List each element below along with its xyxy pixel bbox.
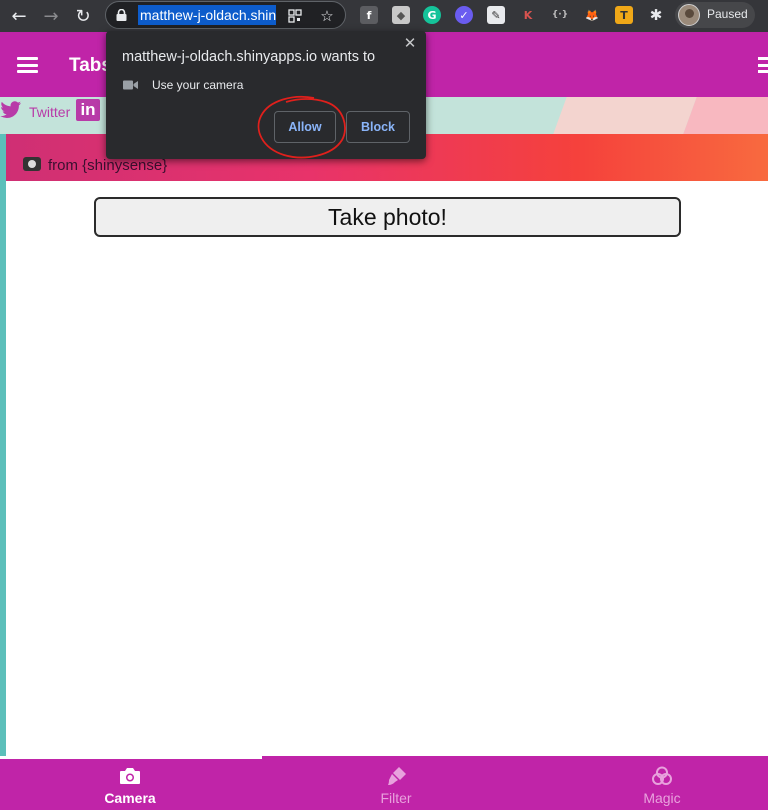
take-photo-button[interactable]: Take photo! xyxy=(94,197,681,237)
tab-magic-label: Magic xyxy=(643,790,681,806)
bookmark-star-icon[interactable]: ☆ xyxy=(318,7,336,25)
browser-toolbar: ← → ↻ matthew-j-oldach.shinyapps.io ☆ f … xyxy=(0,0,768,32)
grammarly-extension-icon[interactable]: G xyxy=(423,6,441,24)
lock-icon[interactable] xyxy=(116,9,127,21)
block-button[interactable]: Block xyxy=(346,111,410,143)
t-extension-icon[interactable]: T xyxy=(615,6,633,24)
camera-icon xyxy=(120,768,140,784)
tab-camera-label: Camera xyxy=(104,790,156,806)
source-text: from {shinysense} xyxy=(48,157,168,174)
main-panel: Take photo! xyxy=(6,181,768,756)
bracket-extension-icon[interactable]: {·} xyxy=(551,6,569,24)
url-text[interactable]: matthew-j-oldach.shinyapps.io xyxy=(138,5,276,25)
camera-emoji-icon xyxy=(23,157,41,171)
pen-extension-icon[interactable]: ✎ xyxy=(487,6,505,24)
permission-dialog-title: matthew-j-oldach.shinyapps.io wants to xyxy=(122,49,376,65)
decorative-stripe xyxy=(553,97,697,134)
profile-status: Paused xyxy=(707,7,748,21)
qr-code-icon[interactable] xyxy=(286,7,304,25)
twitter-link[interactable]: Twitter xyxy=(29,104,70,120)
linkedin-icon[interactable]: in xyxy=(76,99,100,121)
decorative-stripe xyxy=(683,97,768,134)
reload-icon[interactable]: ↻ xyxy=(71,4,95,28)
brush-icon xyxy=(388,767,406,785)
address-bar[interactable]: matthew-j-oldach.shinyapps.io ☆ xyxy=(105,1,346,29)
k-extension-icon[interactable]: K xyxy=(519,6,537,24)
video-camera-icon xyxy=(123,80,138,90)
back-arrow-icon[interactable]: ← xyxy=(7,4,31,28)
check-extension-icon[interactable]: ✓ xyxy=(455,6,473,24)
bottom-navigation: Camera Filter Magic xyxy=(0,756,768,810)
close-icon[interactable]: ✕ xyxy=(403,36,417,51)
tab-camera[interactable]: Camera xyxy=(2,756,258,810)
puzzle-extensions-icon[interactable]: ✱ xyxy=(647,6,665,24)
annotation-circle xyxy=(257,95,346,159)
right-menu-icon[interactable] xyxy=(758,57,768,73)
tab-magic[interactable]: Magic xyxy=(534,756,768,810)
forward-arrow-icon[interactable]: → xyxy=(39,4,63,28)
circles-icon xyxy=(652,766,672,785)
tab-filter[interactable]: Filter xyxy=(268,756,524,810)
tab-filter-label: Filter xyxy=(380,790,412,806)
hamburger-menu-icon[interactable] xyxy=(17,57,38,73)
cube-extension-icon[interactable]: ◆ xyxy=(392,6,410,24)
profile-button[interactable]: Paused xyxy=(675,2,755,28)
permission-request-text: Use your camera xyxy=(152,78,244,92)
metamask-extension-icon[interactable]: 🦊 xyxy=(583,6,601,24)
avatar xyxy=(678,4,700,26)
twitter-icon[interactable] xyxy=(0,100,22,120)
facebook-extension-icon[interactable]: f xyxy=(360,6,378,24)
